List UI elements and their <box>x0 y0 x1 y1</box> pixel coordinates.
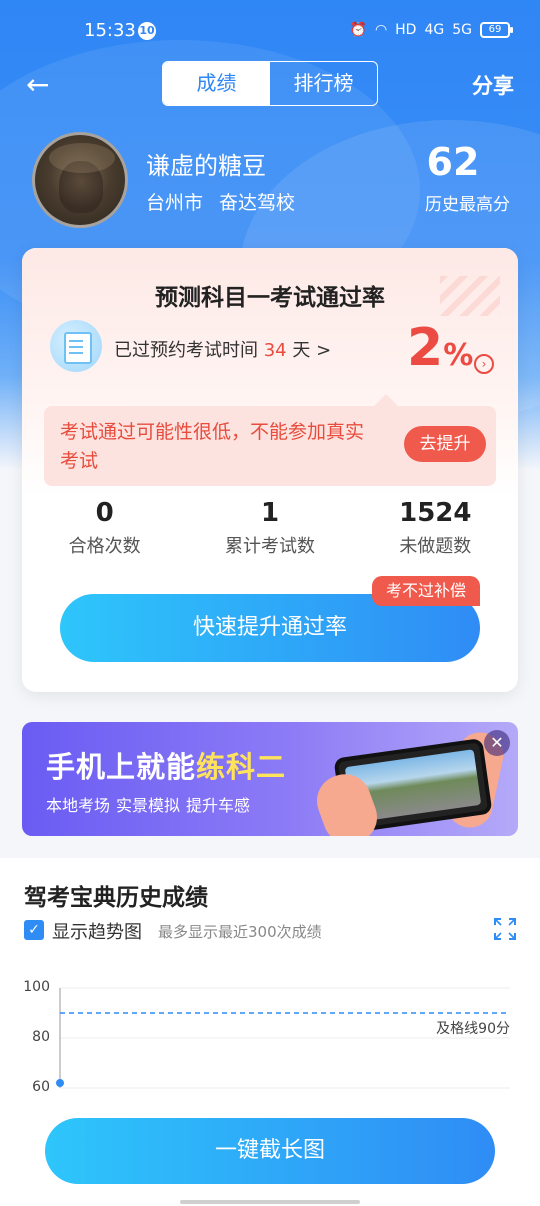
user-city: 台州市 <box>146 192 204 214</box>
tab-score[interactable]: 成绩 <box>163 62 270 105</box>
exam-time-link[interactable]: 已过预约考试时间 34 天 > <box>114 336 331 362</box>
long-screenshot-button[interactable]: 一键截长图 <box>45 1118 495 1184</box>
show-trend-checkbox[interactable]: ✓ <box>24 920 44 940</box>
history-hint: 最多显示最近300次成绩 <box>158 923 322 941</box>
avatar[interactable] <box>32 132 128 228</box>
pass-rate-value: 2 <box>407 318 444 378</box>
alarm-icon: ⏰ <box>349 22 367 38</box>
user-location: 台州市 奋达驾校 <box>146 188 295 215</box>
warning-text: 考试通过可能性很低，不能参加真实考试 <box>60 421 365 472</box>
status-icons: ⏰ ◠ HD 4G 5G 69 <box>349 22 513 38</box>
status-bar: 15:33 10 ⏰ ◠ HD 4G 5G 69 <box>0 0 540 60</box>
stat-value: 1524 <box>399 498 472 528</box>
hd-icon: HD <box>395 22 417 38</box>
pass-line-label: 及格线90分 <box>436 1021 510 1037</box>
history-title: 驾考宝典历史成绩 <box>24 885 208 911</box>
stat-passed: 0 合格次数 <box>22 498 187 562</box>
share-button[interactable]: 分享 <box>472 70 514 100</box>
compensation-tag[interactable]: 考不过补偿 <box>371 576 480 606</box>
exam-days-suffix: 天 > <box>292 340 332 361</box>
promo-banner[interactable]: 手机上就能练科二 本地考场 实景模拟 提升车感 ✕ <box>22 722 518 836</box>
status-time: 15:33 <box>84 20 136 41</box>
pass-rate-unit: % <box>443 338 474 373</box>
back-button[interactable]: ← <box>26 68 60 102</box>
exam-days: 34 <box>263 340 287 361</box>
warning-box: 考试通过可能性很低，不能参加真实考试 去提升 <box>44 394 496 486</box>
banner-title-highlight: 练科二 <box>196 750 287 784</box>
signal-5g-icon: 5G <box>452 22 472 38</box>
show-trend-label[interactable]: 显示趋势图 <box>52 918 142 944</box>
banner-subtitle: 本地考场 实景模拟 提升车感 <box>46 792 250 816</box>
close-icon[interactable]: ✕ <box>484 730 510 756</box>
tab-ranking[interactable]: 排行榜 <box>270 62 377 105</box>
stat-total-exams: 1 累计考试数 <box>187 498 352 562</box>
y-tick-label: 100 <box>23 979 50 995</box>
stat-label: 合格次数 <box>68 536 141 557</box>
improve-button[interactable]: 去提升 <box>404 426 486 462</box>
wifi-icon: ◠ <box>374 22 388 38</box>
chevron-right-circle-icon[interactable]: › <box>474 354 494 374</box>
prediction-card: 预测科目一考试通过率 已过预约考试时间 34 天 > 2% › 考试通过可能性很… <box>22 248 518 692</box>
banner-subtitle-item: 实景模拟 <box>116 796 181 815</box>
score-trend-chart: 100 80 60 及格线90分 <box>0 978 540 1098</box>
stat-label: 未做题数 <box>399 536 472 557</box>
y-tick-label: 60 <box>32 1079 50 1095</box>
history-section: 驾考宝典历史成绩 ✓ 显示趋势图 最多显示最近300次成绩 100 80 60 … <box>0 858 540 1206</box>
arrow-left-icon: ← <box>26 68 50 101</box>
best-score: 62 <box>426 140 480 184</box>
stat-undone-questions: 1524 未做题数 <box>353 498 518 562</box>
tab-switcher: 成绩 排行榜 <box>162 61 378 106</box>
notification-badge: 10 <box>138 22 156 40</box>
data-point <box>56 1079 64 1087</box>
card-title: 预测科目一考试通过率 <box>155 285 385 311</box>
user-name: 谦虚的糖豆 <box>146 152 266 180</box>
stat-value: 0 <box>95 498 114 528</box>
stats-row: 0 合格次数 1 累计考试数 1524 未做题数 <box>22 498 518 562</box>
pass-rate: 2% <box>407 318 473 378</box>
banner-subtitle-item: 本地考场 <box>46 796 111 815</box>
battery-icon: 69 <box>480 22 513 38</box>
home-indicator <box>180 1200 360 1204</box>
document-icon <box>50 320 102 372</box>
fullscreen-icon[interactable] <box>494 918 516 940</box>
banner-title: 手机上就能练科二 <box>46 744 286 786</box>
signal-4g-icon: 4G <box>424 22 445 38</box>
best-score-label: 历史最高分 <box>425 195 510 215</box>
stat-label: 累计考试数 <box>224 536 315 557</box>
banner-subtitle-item: 提升车感 <box>186 796 251 815</box>
exam-time-prefix: 已过预约考试时间 <box>114 340 258 361</box>
y-tick-label: 80 <box>32 1029 50 1045</box>
user-school: 奋达驾校 <box>219 192 296 214</box>
chart-canvas <box>56 987 510 1089</box>
banner-title-main: 手机上就能 <box>46 750 197 784</box>
stat-value: 1 <box>260 498 280 528</box>
